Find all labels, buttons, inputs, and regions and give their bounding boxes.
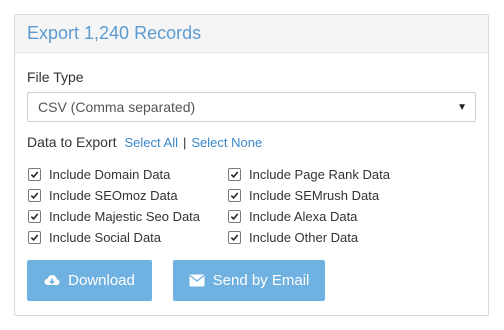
- check-icon: [230, 234, 239, 242]
- checkbox[interactable]: [228, 168, 241, 181]
- envelope-icon: [189, 274, 205, 287]
- option-label: Include Majestic Seo Data: [49, 209, 201, 224]
- check-icon: [30, 234, 39, 242]
- action-buttons: Download Send by Email: [27, 260, 476, 301]
- checkbox[interactable]: [28, 231, 41, 244]
- option-label: Include Page Rank Data: [249, 167, 390, 182]
- panel-title: Export 1,240 Records: [27, 23, 202, 43]
- checkbox[interactable]: [228, 210, 241, 223]
- download-button[interactable]: Download: [27, 260, 152, 301]
- check-icon: [30, 192, 39, 200]
- panel-body: File Type CSV (Comma separated) ▼ Data t…: [15, 53, 488, 301]
- panel-header: Export 1,240 Records: [15, 15, 488, 53]
- checkbox[interactable]: [28, 168, 41, 181]
- data-to-export-label: Data to Export: [27, 134, 117, 150]
- option-label: Include Domain Data: [49, 167, 171, 182]
- option-label: Include Other Data: [249, 230, 359, 245]
- file-type-label: File Type: [27, 69, 84, 85]
- download-label: Download: [68, 272, 135, 289]
- export-panel: Export 1,240 Records File Type CSV (Comm…: [14, 14, 489, 316]
- check-icon: [230, 171, 239, 179]
- send-by-email-label: Send by Email: [212, 272, 310, 289]
- send-by-email-button[interactable]: Send by Email: [173, 260, 325, 301]
- file-type-select[interactable]: CSV (Comma separated) ▼: [27, 92, 476, 122]
- option-social-data[interactable]: Include Social Data: [27, 229, 227, 246]
- option-label: Include SEOmoz Data: [49, 188, 178, 203]
- check-icon: [230, 213, 239, 221]
- option-label: Include Alexa Data: [249, 209, 358, 224]
- export-options: Include Domain Data Include Page Rank Da…: [27, 166, 476, 246]
- option-majestic-seo-data[interactable]: Include Majestic Seo Data: [27, 208, 227, 225]
- select-all-link[interactable]: Select All: [125, 135, 178, 150]
- link-separator: |: [182, 134, 187, 150]
- caret-down-icon: ▼: [457, 101, 467, 113]
- check-icon: [30, 171, 39, 179]
- option-seomoz-data[interactable]: Include SEOmoz Data: [27, 187, 227, 204]
- checkbox[interactable]: [228, 231, 241, 244]
- checkbox[interactable]: [228, 189, 241, 202]
- option-other-data[interactable]: Include Other Data: [227, 229, 427, 246]
- checkbox[interactable]: [28, 210, 41, 223]
- option-domain-data[interactable]: Include Domain Data: [27, 166, 227, 183]
- data-to-export-row: Data to Export Select All | Select None: [27, 134, 476, 150]
- check-icon: [230, 192, 239, 200]
- cloud-download-icon: [44, 274, 60, 288]
- checkbox[interactable]: [28, 189, 41, 202]
- option-label: Include SEMrush Data: [249, 188, 380, 203]
- option-alexa-data[interactable]: Include Alexa Data: [227, 208, 427, 225]
- option-label: Include Social Data: [49, 230, 162, 245]
- option-page-rank-data[interactable]: Include Page Rank Data: [227, 166, 427, 183]
- option-semrush-data[interactable]: Include SEMrush Data: [227, 187, 427, 204]
- check-icon: [30, 213, 39, 221]
- select-none-link[interactable]: Select None: [191, 135, 262, 150]
- file-type-selected-value: CSV (Comma separated): [38, 99, 196, 115]
